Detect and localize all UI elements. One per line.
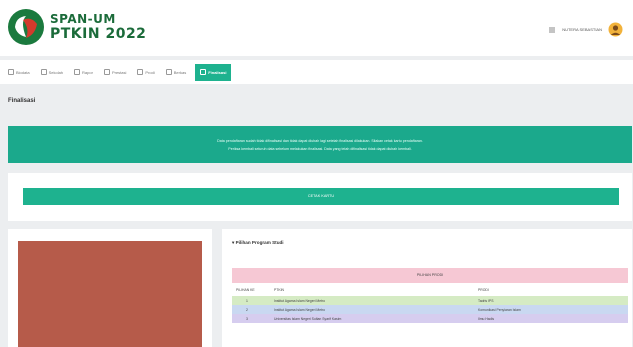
nav-item-finalisasi[interactable]: Finalisasi [195, 63, 232, 81]
nav-label: Sekolah [48, 69, 64, 75]
logo [8, 9, 44, 45]
cell-ptkin: Institut Agama Islam Negeri Metro [274, 298, 326, 303]
nav-item-sekolah[interactable]: Sekolah [39, 65, 65, 80]
banner-line2: Periksa kembali seluruh data sebelum mel… [228, 147, 412, 151]
action-card: CETAK KARTU [8, 173, 632, 221]
user-menu[interactable]: NUTERA SEBASTIAN [548, 22, 623, 37]
column-header: PRODI [478, 287, 489, 292]
nav-item-rapor[interactable]: Rapor [72, 65, 95, 80]
user-name: NUTERA SEBASTIAN [562, 27, 602, 32]
user-icon [8, 69, 14, 75]
cell-ptkin: Universitas Islam Negeri Sultan Syarif K… [274, 316, 342, 321]
trophy-icon [103, 69, 110, 75]
banner-line1: Data pendaftaran sudah tidak difinalisas… [217, 139, 423, 143]
cell-prodi: Tadris IPS [478, 298, 494, 303]
nav-item-prestasi[interactable]: Prestasi [102, 65, 128, 80]
nav-label: Finalisasi [208, 69, 227, 75]
prodi-card: ▾ Pilihan Program Studi PILIHAN PRODI PI… [222, 229, 632, 347]
cell-no: 2 [246, 307, 248, 312]
column-header: PILIHAN KE [236, 287, 255, 292]
brand-line2: PTKIN 2022 [50, 26, 147, 42]
nav-label: Prodi [145, 69, 155, 75]
nav-label: Biodata [16, 69, 30, 75]
school-icon [40, 69, 47, 75]
table-title: PILIHAN PRODI [232, 268, 628, 283]
nav-item-biodata[interactable]: Biodata [6, 65, 32, 80]
table-row: 3 Universitas Islam Negeri Sultan Syarif… [232, 314, 628, 323]
nav-label: Prestasi [111, 69, 127, 75]
page-title: Finalisasi [8, 98, 36, 104]
brand: SPAN-UM PTKIN 2022 [50, 12, 146, 42]
document-icon [74, 69, 81, 75]
brand-line1: SPAN-UM [50, 12, 116, 26]
prodi-table: PILIHAN PRODI PILIHAN KE PTKIN PRODI 1 I… [232, 268, 628, 323]
column-header: PTKIN [274, 287, 284, 292]
nav-item-prodi[interactable]: Prodi [135, 65, 156, 80]
nav-item-berkas[interactable]: Berkas [164, 65, 188, 80]
main-nav: Biodata Sekolah Rapor Prestasi Prodi Ber… [0, 60, 633, 84]
header: SPAN-UM PTKIN 2022 NUTERA SEBASTIAN [0, 0, 633, 56]
table-header-row: PILIHAN KE PTKIN PRODI [232, 283, 628, 296]
menu-icon[interactable] [548, 26, 556, 34]
book-icon [137, 69, 144, 75]
table-row: 2 Institut Agama Islam Negeri Metro Komu… [232, 305, 628, 314]
cell-prodi: Ilmu Hadis [478, 316, 495, 321]
photo-card [8, 229, 212, 347]
check-icon [200, 69, 207, 75]
prodi-title-text: Pilihan Program Studi [235, 240, 284, 245]
table-row: 1 Institut Agama Islam Negeri Metro Tadr… [232, 296, 628, 305]
student-photo [18, 241, 202, 347]
nav-label: Rapor [82, 69, 93, 75]
nav-label: Berkas [173, 69, 187, 75]
cell-no: 3 [246, 316, 248, 321]
prodi-title: ▾ Pilihan Program Studi [232, 240, 284, 245]
file-icon [165, 69, 172, 75]
avatar[interactable] [608, 22, 623, 37]
cell-no: 1 [246, 298, 248, 303]
cell-prodi: Komunikasi Penyiaran Islam [478, 307, 521, 312]
cell-ptkin: Institut Agama Islam Negeri Metro [274, 307, 326, 312]
info-banner: Data pendaftaran sudah tidak difinalisas… [8, 126, 632, 163]
print-card-button[interactable]: CETAK KARTU [23, 188, 619, 205]
